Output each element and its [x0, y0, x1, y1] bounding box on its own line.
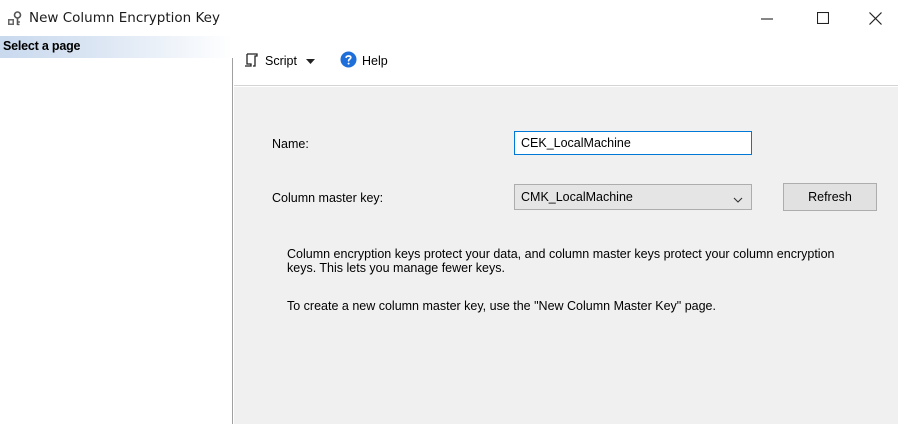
window-title: New Column Encryption Key	[29, 10, 220, 26]
script-icon	[244, 52, 260, 71]
dropdown-arrow-icon[interactable]	[305, 54, 315, 68]
column-master-key-label: Column master key:	[272, 191, 384, 205]
column-master-key-value: CMK_LocalMachine	[521, 190, 633, 204]
chevron-down-icon	[733, 193, 743, 207]
info-text: Column encryption keys protect your data…	[287, 247, 835, 275]
help-icon	[340, 51, 357, 71]
help-button[interactable]: Help	[340, 51, 388, 71]
maximize-button[interactable]	[800, 0, 846, 36]
minimize-button[interactable]	[744, 0, 790, 36]
name-input[interactable]	[514, 131, 752, 155]
title-bar: New Column Encryption Key	[0, 0, 898, 36]
help-label: Help	[362, 54, 388, 68]
info-text-new-cmk: To create a new column master key, use t…	[287, 299, 716, 313]
general-page-content: Name: Column master key: CMK_LocalMachin…	[234, 87, 898, 424]
close-icon	[868, 11, 882, 25]
script-label: Script	[265, 54, 297, 68]
name-label: Name:	[272, 137, 309, 151]
maximize-icon	[817, 12, 829, 24]
page-selector-pane: Select a page	[0, 36, 233, 424]
minimize-icon	[761, 12, 773, 24]
column-master-key-dropdown[interactable]: CMK_LocalMachine	[514, 184, 752, 210]
script-button[interactable]: Script	[244, 51, 315, 71]
close-button[interactable]	[852, 0, 898, 36]
select-page-header: Select a page	[0, 36, 233, 58]
toolbar: Script Help	[234, 36, 898, 86]
refresh-button[interactable]: Refresh	[783, 183, 877, 211]
key-icon	[6, 10, 24, 28]
